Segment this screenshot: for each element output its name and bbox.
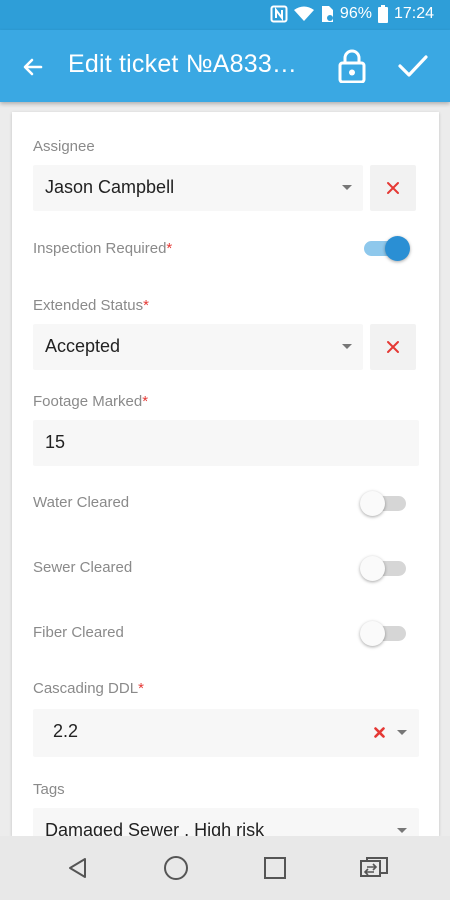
nav-switch-apps-button[interactable] (354, 848, 394, 888)
home-circle-icon (164, 856, 188, 880)
inspection-required-label: Inspection Required* (33, 240, 173, 257)
nfc-icon (270, 5, 288, 23)
footage-marked-input[interactable]: 15 (33, 420, 419, 466)
extended-status-value: Accepted (45, 336, 121, 356)
nav-recents-button[interactable] (255, 848, 295, 888)
navigation-bar (0, 836, 450, 900)
cascading-ddl-value: 2.2 (53, 721, 79, 741)
toggle-thumb (385, 236, 410, 261)
chevron-down-icon (342, 344, 352, 349)
tags-select[interactable]: Damaged Sewer , High risk (33, 808, 419, 836)
close-icon (374, 727, 385, 738)
lock-button[interactable] (332, 46, 372, 86)
app-bar: Edit ticket №A833… (0, 30, 450, 102)
close-icon (387, 182, 399, 194)
nav-back-button[interactable] (58, 848, 98, 888)
footage-marked-label: Footage Marked* (33, 393, 149, 410)
page-title: Edit ticket №A833… (68, 50, 298, 78)
inspection-required-toggle[interactable] (360, 233, 410, 263)
battery-percent: 96% (339, 5, 372, 22)
back-triangle-icon (69, 858, 86, 878)
extended-status-label: Extended Status* (33, 297, 149, 314)
fiber-cleared-label: Fiber Cleared (33, 624, 124, 641)
switch-apps-icon (360, 857, 388, 877)
clock: 17:24 (393, 5, 434, 22)
cascading-ddl-select[interactable]: 2.2 (33, 709, 419, 757)
chevron-down-icon (397, 730, 407, 735)
clear-assignee-button[interactable] (370, 165, 416, 211)
save-button[interactable] (392, 46, 434, 86)
status-bar: 96% 17:24 (0, 0, 450, 30)
clear-extended-status-button[interactable] (370, 324, 416, 370)
tags-value: Damaged Sewer , High risk (45, 820, 265, 836)
ticket-form: Assignee Jason Campbell Inspection Requi… (12, 112, 439, 836)
toggle-thumb (360, 621, 385, 646)
extended-status-select[interactable]: Accepted (33, 324, 363, 370)
wifi-icon (293, 6, 314, 22)
footage-marked-value: 15 (45, 432, 66, 452)
tags-label: Tags (33, 781, 65, 798)
water-cleared-toggle[interactable] (360, 488, 410, 518)
fiber-cleared-toggle[interactable] (360, 618, 410, 648)
chevron-down-icon (342, 185, 352, 190)
clear-cascading-ddl-button[interactable] (374, 727, 385, 738)
recents-square-icon (264, 857, 286, 879)
toggle-thumb (360, 491, 385, 516)
close-icon (387, 341, 399, 353)
assignee-select[interactable]: Jason Campbell (33, 165, 363, 211)
assignee-label: Assignee (33, 138, 95, 155)
toggle-thumb (360, 556, 385, 581)
status-icons: 96% 17:24 (270, 5, 434, 23)
cascading-ddl-label: Cascading DDL* (33, 680, 144, 697)
arrow-left-icon (23, 58, 43, 76)
battery-saver-icon (320, 5, 334, 23)
battery-icon (377, 5, 388, 23)
sewer-cleared-toggle[interactable] (360, 553, 410, 583)
lock-icon (338, 49, 366, 83)
assignee-value: Jason Campbell (45, 177, 175, 197)
back-button[interactable] (14, 48, 52, 86)
water-cleared-label: Water Cleared (33, 494, 130, 511)
sewer-cleared-label: Sewer Cleared (33, 559, 133, 576)
nav-home-button[interactable] (156, 848, 196, 888)
check-icon (398, 55, 428, 77)
chevron-down-icon (397, 828, 407, 833)
